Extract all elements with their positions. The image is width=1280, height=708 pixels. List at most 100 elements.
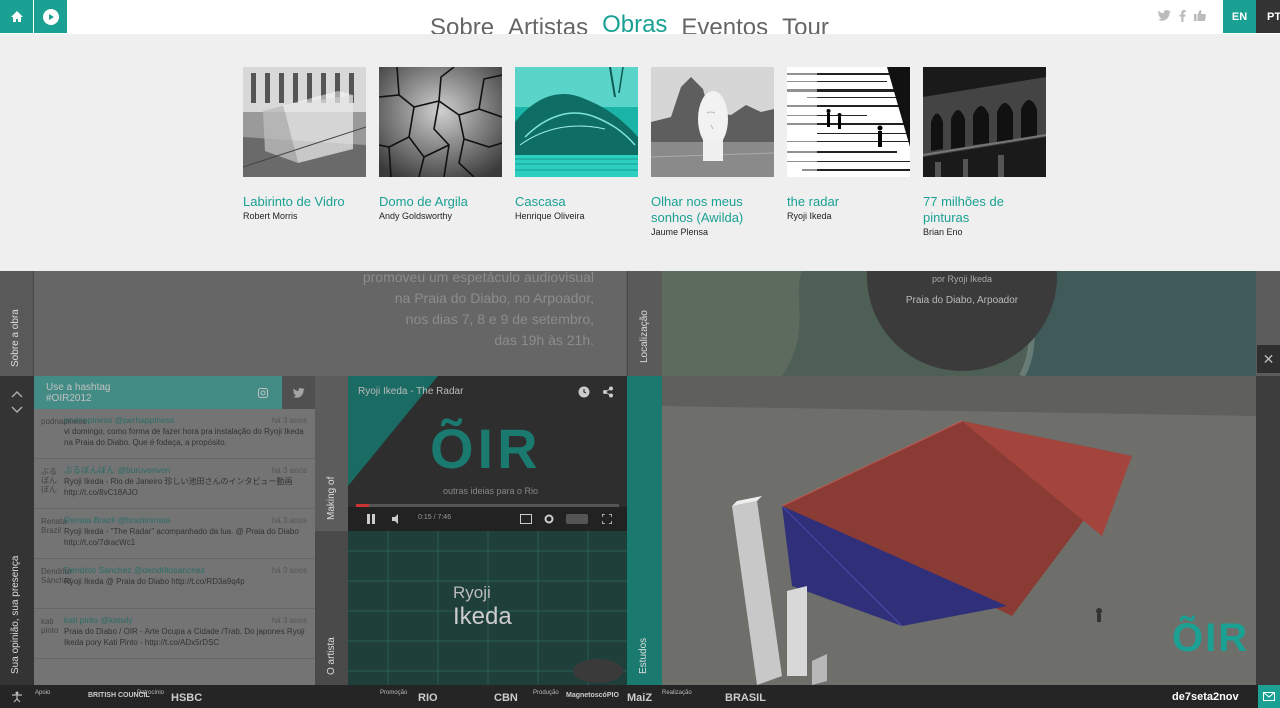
settings-gear-icon[interactable] [544, 514, 554, 524]
work-card-labirinto[interactable]: Labirinto de Vidro Robert Morris [243, 67, 366, 221]
work-artist: Jaume Plensa [651, 227, 709, 237]
work-title[interactable]: Labirinto de Vidro [243, 194, 366, 210]
volume-icon[interactable] [392, 514, 403, 524]
event-dates: de7seta2nov [1172, 691, 1239, 703]
feed-heading: Use a hashtag [46, 382, 111, 393]
work-title[interactable]: Olhar nos meus sonhos (Awilda) [651, 194, 774, 226]
work-thumbnail[interactable] [923, 67, 1046, 177]
work-title[interactable]: Cascasa [515, 194, 638, 210]
clock-icon[interactable] [578, 386, 590, 398]
home-button[interactable] [0, 0, 33, 33]
sobre-a-obra-label: Sobre a obra [10, 309, 21, 367]
location-map[interactable]: por Ryoji Ikeda Praia do Diabo, Arpoador [662, 271, 1256, 376]
chevron-up-icon[interactable] [11, 390, 23, 398]
nav-artistas[interactable]: Artistas [508, 8, 588, 34]
instagram-icon[interactable] [258, 388, 268, 398]
promocao-label: Promoção [380, 690, 408, 696]
avatar: podnapiness [41, 417, 87, 426]
oir-logo: ÕIR [1172, 616, 1250, 660]
sobre-line: nos dias 7, 8 e 9 de setembro, [405, 311, 594, 327]
producao-label: Produção [533, 690, 559, 696]
accessibility-icon[interactable] [11, 691, 23, 703]
twitter-icon[interactable] [1158, 10, 1171, 21]
apoio-label: Apoio [35, 690, 51, 696]
work-artist: Andy Goldsworthy [379, 211, 453, 221]
social-links [1158, 10, 1206, 22]
tweet-text: Ryoji Ikeda @ Praia do Diabo http://t.co… [64, 577, 245, 586]
language-en-button[interactable]: EN [1223, 0, 1256, 33]
estudos-label: Estudos [638, 637, 649, 674]
nav-sobre[interactable]: Sobre [430, 8, 494, 34]
work-thumbnail[interactable] [787, 67, 910, 177]
tweet-time: há 3 anos [271, 566, 307, 575]
artist-panel[interactable]: Ryoji Ikeda [348, 531, 627, 685]
marker-pointer-icon [952, 345, 972, 355]
work-card-radar[interactable]: the radar Ryoji Ikeda [787, 67, 910, 221]
pause-icon[interactable] [366, 514, 376, 524]
nav-eventos[interactable]: Eventos [681, 8, 768, 34]
tweet-item[interactable]: Renata Brazil Renata Brazil @brazilrenat… [34, 509, 315, 559]
tweet-time: há 3 anos [271, 516, 307, 525]
o-artista-tab[interactable]: O artista [315, 531, 348, 685]
tweet-text: vi domingo, como forma de fazer hora pra… [64, 427, 304, 447]
tweet-item[interactable]: kati pinto kati pinto @katwly há 3 anos … [34, 609, 315, 659]
localizacao-tab[interactable]: Localização [627, 271, 661, 376]
opinion-sidebar: Sua opinião, sua presença [0, 376, 34, 685]
footer-sponsors: Apoio BRITISH COUNCIL Patrocínio HSBC Pr… [0, 685, 1280, 708]
tweet-time: há 3 anos [271, 416, 307, 425]
like-icon[interactable] [1194, 10, 1206, 21]
work-thumbnail[interactable] [651, 67, 774, 177]
avatar: ぶるぼんぼん [41, 467, 57, 494]
work-title[interactable]: Domo de Argila [379, 194, 502, 210]
making-of-tab[interactable]: Making of [315, 376, 348, 531]
tweet-item[interactable]: podnapiness podnapiness @perhappiness há… [34, 409, 315, 459]
o-artista-label: O artista [326, 637, 337, 675]
work-title[interactable]: the radar [787, 194, 910, 210]
study-sketch[interactable]: ÕIR [662, 376, 1256, 685]
work-card-olhar[interactable]: Olhar nos meus sonhos (Awilda) Jaume Ple… [651, 67, 774, 237]
video-time: 0:15 / 7:46 [418, 514, 452, 521]
work-card-77-milhoes[interactable]: 77 milhões de pinturas Brian Eno [923, 67, 1046, 237]
language-pt-button[interactable]: PT [1256, 0, 1280, 33]
tweet-text: Ryoji Ikeda - "The Radar" acompanhado da… [64, 527, 299, 547]
sobre-text: promoveu um espetáculo audiovisual na Pr… [34, 271, 626, 376]
work-card-domo[interactable]: Domo de Argila Andy Goldsworthy [379, 67, 502, 221]
twitter-tab[interactable] [282, 376, 315, 409]
nav-tour[interactable]: Tour [782, 8, 829, 34]
top-bar: Sobre Artistas Obras Eventos Tour EN PT [0, 0, 1280, 34]
avatar: Dendrito Sánchez [41, 567, 73, 585]
avatar: kati pinto [41, 617, 59, 635]
patrocinio-label: Patrocínio [137, 690, 165, 696]
tweet-item[interactable]: ぶるぼんぼん ぶるぼんぼん @buruvonvon há 3 anos Ryoj… [34, 459, 315, 509]
realizacao-label: Realização [662, 690, 692, 696]
sponsor-logo: BRASIL [725, 692, 766, 704]
sponsor-logo: MagnetoscóPIO [566, 692, 619, 699]
youtube-icon[interactable] [566, 514, 588, 524]
chevron-down-icon[interactable] [11, 406, 23, 414]
work-thumbnail[interactable] [379, 67, 502, 177]
home-icon [10, 11, 23, 22]
work-thumbnail[interactable] [515, 67, 638, 177]
share-icon[interactable] [602, 386, 614, 398]
making-of-label: Making of [326, 476, 337, 520]
work-card-cascasa[interactable]: Cascasa Henrique Oliveira [515, 67, 638, 221]
estudos-tab[interactable]: Estudos [627, 376, 662, 685]
sponsor-logo: MaiZ [627, 692, 653, 704]
captions-icon[interactable] [520, 514, 532, 524]
mail-button[interactable] [1258, 685, 1280, 708]
work-artist: Brian Eno [923, 227, 963, 237]
artist-last-name: Ikeda [453, 603, 512, 630]
work-title[interactable]: 77 milhões de pinturas [923, 194, 1046, 226]
facebook-icon[interactable] [1179, 10, 1186, 22]
close-icon[interactable]: ✕ [1257, 345, 1280, 373]
video-player[interactable]: Ryoji Ikeda - The Radar ÕIR outras ideia… [348, 376, 627, 531]
fullscreen-icon[interactable] [602, 514, 612, 524]
work-thumbnail[interactable] [243, 67, 366, 177]
sobre-a-obra-tab[interactable]: Sobre a obra [0, 271, 34, 376]
social-feed[interactable]: Use a hashtag #OIR2012 podnapiness podna… [34, 376, 315, 685]
play-button[interactable] [34, 0, 67, 33]
video-title[interactable]: Ryoji Ikeda - The Radar [358, 386, 463, 397]
tweet-item[interactable]: Dendrito Sánchez Dendrito Sánchez @dendr… [34, 559, 315, 609]
sponsor-logo: HSBC [171, 692, 203, 704]
nav-obras[interactable]: Obras [602, 8, 667, 34]
